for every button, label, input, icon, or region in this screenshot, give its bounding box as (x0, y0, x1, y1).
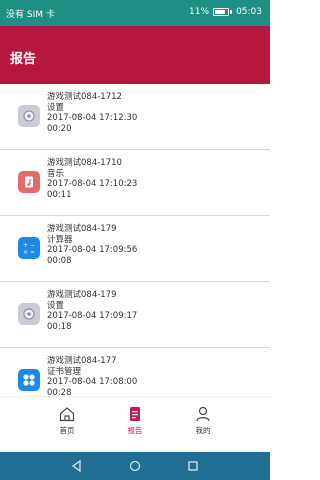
svg-text:−: − (30, 242, 35, 249)
svg-text:×: × (23, 249, 28, 255)
report-app: 设置 (47, 102, 65, 113)
report-list[interactable]: 游戏测试084-1712 设置 2017-08-04 17:12:30 00:2… (0, 84, 270, 396)
report-item[interactable]: + − × = 游戏测试084-179 计算器 2017-08-04 17:09:56… (0, 216, 270, 282)
report-duration: 00:18 (47, 321, 72, 332)
clock: 05:03 (236, 7, 262, 17)
music-icon (18, 171, 40, 193)
back-icon[interactable] (70, 459, 84, 473)
svg-text:=: = (30, 249, 35, 255)
page-title: 报告 (10, 52, 37, 67)
report-name: 游戏测试084-179 (47, 290, 117, 300)
svg-text:+: + (23, 242, 28, 249)
report-name: 游戏测试084-1710 (47, 158, 122, 168)
battery-tip (230, 10, 233, 14)
nav-mine-label: 我的 (195, 426, 211, 435)
report-datetime: 2017-08-04 17:10:23 (47, 179, 138, 190)
settings-icon (18, 105, 40, 127)
report-name: 游戏测试084-179 (47, 224, 117, 234)
nav-report[interactable]: 报告 (110, 405, 160, 436)
report-duration: 00:11 (47, 189, 72, 200)
settings-icon (18, 303, 40, 325)
report-datetime: 2017-08-04 17:08:00 (47, 377, 138, 388)
battery-icon (213, 8, 230, 16)
home-icon (59, 407, 75, 422)
report-datetime: 2017-08-04 17:09:56 (47, 245, 138, 256)
report-app: 设置 (47, 300, 65, 311)
status-right: 11% 05:03 (189, 7, 262, 17)
report-item[interactable]: 游戏测试084-1712 设置 2017-08-04 17:12:30 00:2… (0, 84, 270, 150)
nav-report-label: 报告 (127, 426, 143, 435)
system-nav-bar (0, 452, 270, 480)
report-app: 音乐 (47, 168, 65, 179)
bottom-nav: 首页 报告 我的 (0, 396, 270, 452)
report-duration: 00:20 (47, 123, 72, 134)
nav-mine[interactable]: 我的 (178, 405, 228, 436)
report-item[interactable]: 游戏测试084-177 证书管理 2017-08-04 17:08:00 00:… (0, 348, 270, 396)
report-datetime: 2017-08-04 17:12:30 (47, 113, 138, 124)
report-app: 证书管理 (47, 366, 82, 377)
carrier-label: 没有 SIM 卡 (6, 10, 55, 20)
nav-home-label: 首页 (59, 426, 75, 435)
status-bar: 没有 SIM 卡 11% 05:03 (0, 0, 270, 26)
report-name: 游戏测试084-177 (47, 356, 117, 366)
user-icon (196, 406, 210, 422)
battery-percent: 11% (189, 7, 210, 17)
report-datetime: 2017-08-04 17:09:17 (47, 311, 138, 322)
home-button-icon[interactable] (128, 459, 142, 473)
report-duration: 00:28 (47, 387, 72, 396)
nav-home[interactable]: 首页 (42, 405, 92, 436)
report-icon (130, 407, 140, 421)
report-app: 计算器 (47, 234, 73, 245)
certificate-manager-icon (18, 369, 40, 391)
report-item[interactable]: 游戏测试084-1710 音乐 2017-08-04 17:10:23 00:1… (0, 150, 270, 216)
recents-icon[interactable] (186, 459, 200, 473)
report-name: 游戏测试084-1712 (47, 92, 122, 102)
app-header: 报告 (0, 26, 270, 84)
report-duration: 00:08 (47, 255, 72, 266)
report-item[interactable]: 游戏测试084-179 设置 2017-08-04 17:09:17 00:18 (0, 282, 270, 348)
calculator-icon: + − × = (18, 237, 40, 259)
